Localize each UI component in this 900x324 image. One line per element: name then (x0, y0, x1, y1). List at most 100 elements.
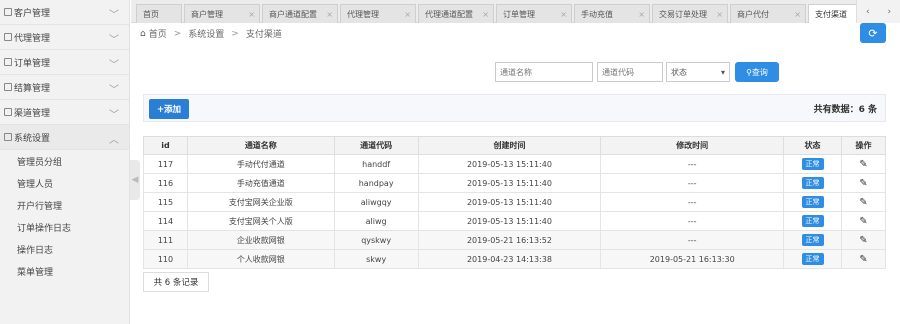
menu-group-order[interactable]: 订单管理 ﹀ (0, 50, 129, 75)
menu-group-settlement[interactable]: 结算管理 ﹀ (0, 75, 129, 100)
tab-payment-channel[interactable]: 支付渠道 (808, 4, 858, 23)
column-header-actions: 操作 (840, 136, 887, 155)
cell-status: 正常 (783, 154, 842, 174)
status-select-value: 状态 (671, 67, 687, 77)
cell-actions: ✎ (840, 154, 887, 174)
breadcrumb-separator: > (173, 28, 182, 39)
close-icon[interactable]: × (326, 10, 333, 19)
breadcrumb-system[interactable]: 系统设置 (188, 27, 224, 40)
tab-order[interactable]: 订单管理 × (496, 4, 572, 23)
column-header-modified: 修改时间 (600, 136, 785, 155)
tab-home[interactable]: 首页 (136, 4, 182, 23)
column-header-created: 创建时间 (417, 136, 602, 155)
menu-group-label: 渠道管理 (14, 108, 51, 119)
submenu-item-admin-users[interactable]: 管理人员 (0, 174, 129, 196)
tab-label: 首页 (143, 9, 159, 19)
cell-created: 2019-05-13 15:11:40 (417, 211, 602, 231)
channel-name-input[interactable] (495, 62, 593, 82)
refresh-button[interactable]: ⟳ (860, 23, 886, 43)
cell-modified: --- (600, 154, 785, 174)
edit-pencil-icon[interactable]: ✎ (859, 178, 867, 189)
status-badge: 正常 (801, 215, 824, 227)
cell-code: aliwg (333, 211, 419, 231)
cell-name: 支付宝网关企业版 (186, 192, 335, 212)
tab-manual-recharge[interactable]: 手动充值 × (574, 4, 650, 23)
menu-icon (4, 58, 12, 66)
close-icon[interactable]: × (638, 10, 645, 19)
table-row: 115 支付宝网关企业版 aliwgqy 2019-05-13 15:11:40… (143, 192, 887, 212)
table-row: 110 个人收款网银 skwy 2019-04-23 14:13:38 2019… (143, 249, 887, 269)
menu-group-label: 客户管理 (14, 8, 51, 19)
cell-modified: --- (600, 173, 785, 193)
cell-id: 116 (143, 173, 188, 193)
cell-created: 2019-04-23 14:13:38 (417, 249, 602, 269)
caret-down-icon: ▾ (720, 67, 725, 77)
cell-status: 正常 (783, 211, 842, 231)
submenu-item-admin-group[interactable]: 管理员分组 (0, 152, 129, 174)
close-icon[interactable]: × (248, 10, 255, 19)
edit-pencil-icon[interactable]: ✎ (859, 235, 867, 246)
add-button[interactable]: +添加 (149, 99, 189, 119)
cell-modified: --- (600, 192, 785, 212)
submenu-item-operation-log[interactable]: 操作日志 (0, 240, 129, 262)
menu-icon (4, 108, 12, 116)
cell-name: 手动充值通道 (186, 173, 335, 193)
close-icon[interactable]: × (794, 10, 801, 19)
record-count-pager: 共 6 条记录 (143, 272, 209, 292)
submenu-item-order-log[interactable]: 订单操作日志 (0, 218, 129, 240)
cell-name: 手动代付通道 (186, 154, 335, 174)
cell-modified: 2019-05-21 16:13:30 (600, 249, 785, 269)
home-icon: ⌂ (140, 28, 146, 39)
tab-agent[interactable]: 代理管理 × (340, 4, 416, 23)
status-badge: 正常 (801, 253, 824, 265)
close-icon[interactable]: × (560, 10, 567, 19)
edit-pencil-icon[interactable]: ✎ (859, 197, 867, 208)
menu-group-channel[interactable]: 渠道管理 ﹀ (0, 100, 129, 125)
submenu-item-menu[interactable]: 菜单管理 (0, 262, 129, 284)
table-row: 116 手动充值通道 handpay 2019-05-13 15:11:40 -… (143, 173, 887, 193)
column-header-name: 通道名称 (186, 136, 335, 155)
sidebar: 客户管理 ﹀ 代理管理 ﹀ 订单管理 ﹀ 结算管理 ﹀ 渠道管理 ﹀ 系统设置 … (0, 0, 130, 324)
channel-code-input[interactable] (597, 62, 663, 82)
chevron-right-icon[interactable]: › (887, 7, 891, 17)
close-icon[interactable]: × (482, 10, 489, 19)
cell-actions: ✎ (840, 192, 887, 212)
cell-modified: --- (600, 230, 785, 250)
breadcrumb-home[interactable]: 首页 (149, 27, 167, 40)
cell-id: 114 (143, 211, 188, 231)
close-icon[interactable]: × (716, 10, 723, 19)
tab-agent-channel[interactable]: 代理通道配置 × (418, 4, 494, 23)
edit-pencil-icon[interactable]: ✎ (859, 159, 867, 170)
menu-group-label: 结算管理 (14, 83, 51, 94)
tab-merchant-channel[interactable]: 商户通道配置 × (262, 4, 338, 23)
tab-trade-order[interactable]: 交易订单处理 × (652, 4, 728, 23)
cell-name: 支付宝网关个人版 (186, 211, 335, 231)
chevron-left-icon[interactable]: ‹ (866, 7, 870, 17)
menu-group-system[interactable]: 系统设置 ︿ (0, 125, 129, 150)
channel-table: id 通道名称 通道代码 创建时间 修改时间 状态 操作 117 手动代付通道 … (143, 136, 887, 269)
status-select[interactable]: 状态 ▾ (666, 62, 730, 82)
tab-label: 代理通道配置 (425, 9, 473, 19)
tab-merchant-payout[interactable]: 商户代付 × (730, 4, 806, 23)
cell-code: skwy (333, 249, 419, 269)
menu-icon (4, 33, 12, 41)
cell-created: 2019-05-13 15:11:40 (417, 154, 602, 174)
edit-pencil-icon[interactable]: ✎ (859, 216, 867, 227)
tab-label: 订单管理 (503, 9, 535, 19)
cell-actions: ✎ (840, 230, 887, 250)
edit-pencil-icon[interactable]: ✎ (859, 254, 867, 265)
menu-group-customer[interactable]: 客户管理 ﹀ (0, 0, 129, 25)
cell-id: 110 (143, 249, 188, 269)
chevron-down-icon: ﹀ (109, 60, 119, 71)
cell-id: 111 (143, 230, 188, 250)
chevron-left-icon: ◀ (131, 175, 139, 185)
submenu-item-bank[interactable]: 开户行管理 (0, 196, 129, 218)
tab-merchant[interactable]: 商户管理 × (184, 4, 260, 23)
status-badge: 正常 (801, 177, 824, 189)
tab-bar: 首页 商户管理 × 商户通道配置 × 代理管理 × 代理通道配置 × 订单管理 × 手动充… (131, 0, 900, 23)
menu-group-agent[interactable]: 代理管理 ﹀ (0, 25, 129, 50)
search-button[interactable]: ⚲ 查询 (735, 62, 779, 82)
cell-code: handpay (333, 173, 419, 193)
close-icon[interactable]: × (404, 10, 411, 19)
sidebar-collapse-handle[interactable]: ◀ (130, 160, 140, 200)
